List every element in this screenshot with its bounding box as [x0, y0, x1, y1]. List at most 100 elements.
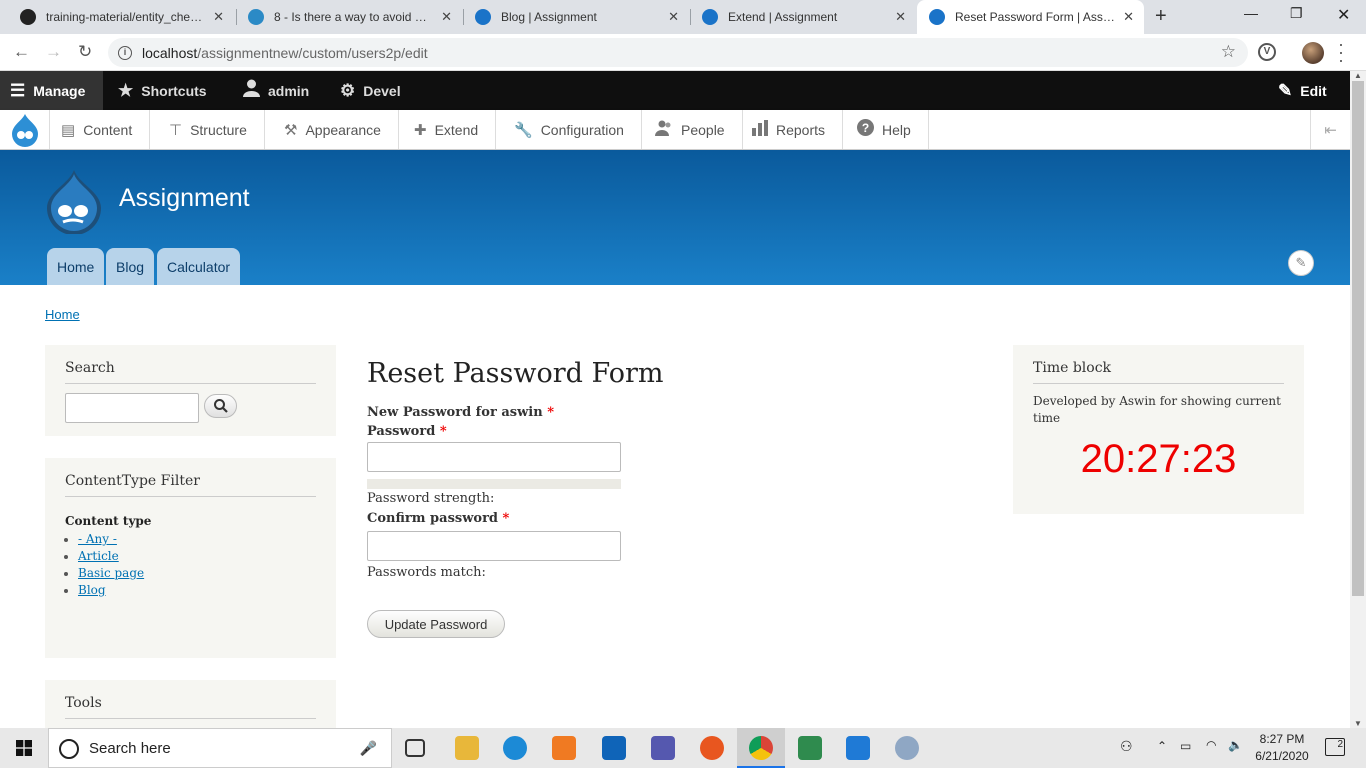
browser-tab[interactable]: training-material/entity_check.. ✕ — [8, 0, 234, 34]
file-explorer-icon[interactable] — [455, 736, 479, 760]
scrollbar-thumb[interactable] — [1352, 81, 1364, 596]
firefox-icon[interactable] — [700, 736, 724, 760]
wifi-icon[interactable]: ◠ — [1206, 738, 1216, 752]
close-icon[interactable]: ✕ — [895, 9, 906, 25]
browser-tab[interactable]: 8 - Is there a way to avoid and... ✕ — [236, 0, 462, 34]
breadcrumb[interactable]: Home — [45, 307, 80, 322]
windows-taskbar: Search here 🎤 ⚇ ⌃ ▭ ◠ 🔈 8:27 PM 6/21/202… — [0, 728, 1366, 768]
update-password-button[interactable]: Update Password — [367, 610, 505, 638]
taskbar-clock-date[interactable]: 6/21/2020 — [1251, 749, 1313, 763]
address-bar[interactable]: i localhost/assignmentnew/custom/users2p… — [108, 38, 1248, 67]
tray-item-label: Structure — [190, 121, 247, 138]
edge-icon[interactable] — [503, 736, 527, 760]
bookmark-star-icon[interactable]: ☆ — [1221, 42, 1236, 62]
outlook-icon[interactable] — [602, 736, 626, 760]
profile-avatar[interactable] — [1302, 42, 1324, 64]
nav-tab-calculator[interactable]: Calculator — [157, 248, 241, 285]
new-tab-icon[interactable]: + — [1155, 5, 1167, 28]
start-button[interactable] — [0, 728, 48, 768]
close-icon[interactable]: ✕ — [1123, 9, 1134, 25]
close-window-icon[interactable]: ✕ — [1337, 5, 1350, 25]
filter-option-basic-page[interactable]: Basic page — [78, 566, 144, 580]
forward-icon[interactable]: → — [45, 42, 62, 62]
people-tray-icon[interactable]: ⚇ — [1120, 738, 1133, 755]
content-type-label: Content type — [65, 514, 152, 528]
tray-item-people[interactable]: People — [645, 110, 743, 149]
search-block-title: Search — [65, 360, 316, 384]
paint-icon[interactable] — [895, 736, 919, 760]
tray-item-structure[interactable]: ⊤ Structure — [159, 110, 265, 149]
menu-kebab-icon[interactable]: · · · — [1338, 35, 1344, 69]
volume-icon[interactable]: 🔈 — [1228, 738, 1243, 752]
close-icon[interactable]: ✕ — [441, 9, 452, 25]
taskbar-search-placeholder: Search here — [89, 739, 171, 757]
chrome-icon[interactable] — [749, 736, 773, 760]
collapse-tray-icon[interactable]: ⇤ — [1310, 110, 1350, 149]
tray-item-appearance[interactable]: ⚒ Appearance — [274, 110, 399, 149]
windows-icon — [16, 740, 32, 756]
browser-tab-active[interactable]: Reset Password Form | Assignm... ✕ — [917, 0, 1144, 34]
vscode-icon[interactable] — [846, 736, 870, 760]
toolbar-edit[interactable]: ✎ Edit — [1278, 71, 1327, 110]
confirm-password-label: Confirm password — [367, 511, 499, 526]
task-view-icon[interactable] — [405, 739, 425, 757]
site-name[interactable]: Assignment — [119, 184, 250, 213]
restore-icon[interactable]: ❐ — [1290, 5, 1303, 22]
nav-tab-home[interactable]: Home — [47, 248, 105, 285]
bar-chart-icon — [752, 119, 768, 140]
toolbar-devel[interactable]: ⚙ Devel — [340, 71, 401, 110]
page-scrollbar[interactable]: ▲ ▼ — [1350, 71, 1366, 728]
tray-item-reports[interactable]: Reports — [742, 110, 844, 149]
taskbar-clock-time[interactable]: 8:27 PM — [1254, 732, 1310, 746]
toolbar-shortcuts[interactable]: ★ Shortcuts — [118, 71, 207, 110]
tray-item-configuration[interactable]: 🔧 Configuration — [504, 110, 642, 149]
battery-icon[interactable]: ▭ — [1180, 739, 1191, 753]
teams-icon[interactable] — [651, 736, 675, 760]
taskbar-search[interactable]: Search here 🎤 — [48, 728, 392, 768]
confirm-password-field[interactable] — [367, 531, 621, 561]
contextual-edit-icon[interactable]: ✎ — [1288, 250, 1314, 276]
close-icon[interactable]: ✕ — [213, 9, 224, 25]
reload-icon[interactable]: ↻ — [78, 42, 92, 62]
document-icon: ▤ — [61, 121, 76, 139]
xampp-icon[interactable] — [552, 736, 576, 760]
tray-item-label: Reports — [776, 121, 826, 138]
microphone-icon[interactable]: 🎤 — [360, 740, 377, 757]
notepadpp-icon[interactable] — [798, 736, 822, 760]
filter-option-blog[interactable]: Blog — [78, 583, 106, 597]
tools-block: Tools — [45, 680, 336, 728]
search-button[interactable] — [204, 394, 237, 418]
nav-tab-blog[interactable]: Blog — [106, 248, 155, 285]
toolbar-user[interactable]: admin — [243, 71, 309, 110]
content-type-filter-block: ContentType Filter Content type - Any - … — [45, 458, 336, 658]
browser-toolbar: ← → ↻ i localhost/assignmentnew/custom/u… — [0, 34, 1366, 71]
password-field[interactable] — [367, 442, 621, 472]
scroll-down-icon[interactable]: ▼ — [1354, 719, 1362, 728]
minimize-icon[interactable]: — — [1244, 5, 1258, 21]
extension-icon[interactable]: V — [1258, 43, 1276, 61]
password-strength-label: Password strength: — [367, 491, 495, 506]
toolbar-manage[interactable]: ☰ Manage — [0, 71, 104, 110]
close-icon[interactable]: ✕ — [668, 9, 679, 25]
tray-item-label: Extend — [434, 121, 479, 138]
tray-item-extend[interactable]: ✚ Extend — [404, 110, 497, 149]
site-logo[interactable] — [45, 168, 103, 234]
filter-option-any[interactable]: - Any - — [78, 532, 117, 546]
chevron-up-icon[interactable]: ⌃ — [1157, 739, 1167, 753]
tray-item-content[interactable]: ▤ Content — [51, 110, 151, 149]
toolbar-edit-label: Edit — [1300, 82, 1327, 99]
toolbar-shortcuts-label: Shortcuts — [141, 82, 207, 99]
drupal-logo-icon[interactable] — [0, 110, 50, 149]
search-input[interactable] — [65, 393, 199, 423]
filter-option-article[interactable]: Article — [78, 549, 119, 563]
help-icon: ? — [857, 119, 874, 140]
back-icon[interactable]: ← — [13, 42, 30, 62]
tray-item-help[interactable]: ? Help — [847, 110, 929, 149]
browser-tab[interactable]: Extend | Assignment ✕ — [690, 0, 916, 34]
browser-tab[interactable]: Blog | Assignment ✕ — [463, 0, 689, 34]
scroll-up-icon[interactable]: ▲ — [1354, 71, 1362, 80]
tray-item-label: Appearance — [305, 121, 381, 138]
notification-icon[interactable]: 2 — [1325, 738, 1345, 756]
cortana-icon — [59, 739, 79, 759]
info-icon[interactable]: i — [118, 45, 132, 60]
